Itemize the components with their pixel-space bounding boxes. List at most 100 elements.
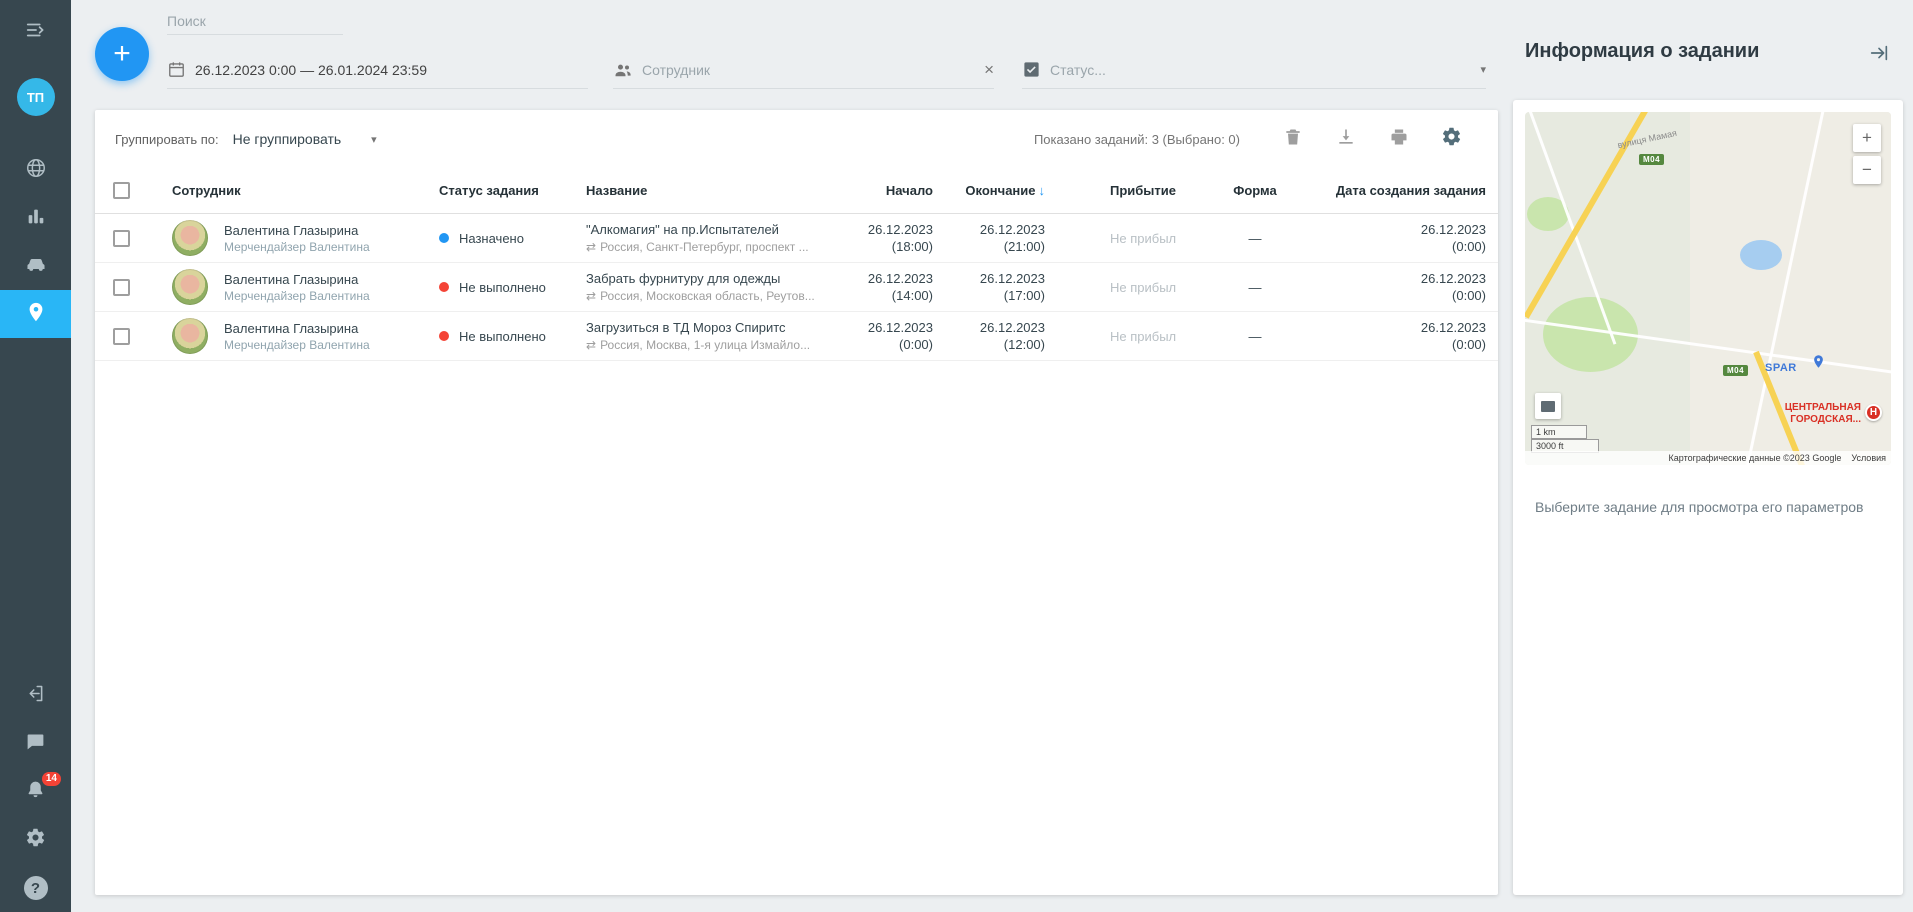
task-info-panel: вулиця Мамая М04 М04 SPAR ЦЕНТРАЛЬНАЯ ГО… [1513,100,1903,895]
calendar-icon [167,60,186,79]
task-created: 26.12.2023(0:00) [1305,222,1498,254]
employee-filter-input[interactable] [642,62,975,78]
select-all-checkbox[interactable] [113,182,130,199]
user-initials: ТП [27,90,44,105]
group-by-select[interactable]: Не группировать ▾ [233,131,377,147]
map-attribution-text: Картографические данные ©2023 Google [1669,453,1842,463]
download-icon [1336,127,1356,152]
map[interactable]: вулиця Мамая М04 М04 SPAR ЦЕНТРАЛЬНАЯ ГО… [1525,112,1891,465]
task-address: Россия, Санкт-Петербург, проспект ... [600,240,809,254]
task-arrival: Не прибыл [1055,280,1205,295]
sidebar-item-notifications[interactable]: 14 [0,768,71,816]
task-arrival: Не прибыл [1055,329,1205,344]
status-filter-field: ▾ [1022,56,1486,89]
map-store-label: SPAR [1765,362,1797,374]
add-task-button[interactable]: + [95,27,149,81]
sidebar-item-tasks[interactable] [0,290,71,338]
chevron-down-icon[interactable]: ▾ [1480,63,1486,76]
map-hospital-label: ЦЕНТРАЛЬНАЯ ГОРОДСКАЯ... [1761,402,1861,426]
chevron-down-icon: ▾ [371,133,377,146]
map-zoom-out-button[interactable]: − [1853,156,1881,184]
group-by-label: Группировать по: [115,132,219,147]
plus-icon: + [113,37,131,71]
collapse-panel-button[interactable] [1868,42,1890,69]
map-scale-km: 1 km [1531,425,1587,439]
task-created: 26.12.2023(0:00) [1305,320,1498,352]
sidebar-item-vehicles[interactable] [0,242,71,290]
table-row[interactable]: Валентина Глазырина Мерчендайзер Валенти… [95,214,1498,263]
task-end: 26.12.2023(12:00) [943,320,1055,352]
notification-badge: 14 [42,772,61,786]
tasks-summary: Показано заданий: 3 (Выбрано: 0) [1034,132,1240,147]
tasks-card: Группировать по: Не группировать ▾ Показ… [95,110,1498,895]
task-created: 26.12.2023(0:00) [1305,271,1498,303]
employee-role: Мерчендайзер Валентина [224,338,370,352]
chat-icon [25,731,46,757]
date-range-input[interactable] [195,62,588,78]
task-form: — [1205,280,1305,295]
employee-avatar [172,220,208,256]
car-icon [25,253,47,280]
task-start: 26.12.2023(14:00) [855,271,943,303]
user-avatar[interactable]: ТП [17,78,55,116]
print-button[interactable] [1372,127,1425,152]
row-checkbox[interactable] [113,328,130,345]
route-icon: ⇄ [586,338,596,352]
task-title: Загрузиться в ТД Мороз Спиритс [586,320,849,335]
sidebar-item-chat[interactable] [0,720,71,768]
search-field-wrap [167,8,343,35]
map-route-badge: М04 [1723,365,1748,376]
column-arrival[interactable]: Прибытие [1055,183,1205,198]
status-filter-input[interactable] [1050,62,1471,78]
sidebar-toggle-button[interactable] [0,10,71,54]
group-by-value: Не группировать [233,131,342,147]
table-row[interactable]: Валентина Глазырина Мерчендайзер Валенти… [95,263,1498,312]
table-row[interactable]: Валентина Глазырина Мерчендайзер Валенти… [95,312,1498,361]
employee-name: Валентина Глазырина [224,223,370,238]
date-range-field [167,56,588,89]
table-settings-button[interactable] [1425,126,1478,152]
task-arrival: Не прибыл [1055,231,1205,246]
task-address: Россия, Москва, 1-я улица Измайло... [600,338,810,352]
map-attribution: Картографические данные ©2023 Google Усл… [1525,451,1891,465]
sidebar-item-settings[interactable] [0,816,71,864]
map-layers-button[interactable] [1535,393,1561,419]
task-end: 26.12.2023(21:00) [943,222,1055,254]
status-dot [439,282,449,292]
column-form[interactable]: Форма [1205,183,1305,198]
employee-name: Валентина Глазырина [224,272,370,287]
map-hospital-marker: H [1865,404,1882,421]
sidebar-item-web[interactable] [0,146,71,194]
column-status[interactable]: Статус задания [433,183,580,198]
employee-name: Валентина Глазырина [224,321,370,336]
column-created[interactable]: Дата создания задания [1305,183,1498,198]
employee-filter-field: × [613,56,994,89]
column-start[interactable]: Начало [855,183,943,198]
status-dot [439,233,449,243]
globe-icon [25,157,47,184]
sidebar-item-help[interactable]: ? [0,864,71,912]
gear-icon [25,827,46,853]
delete-button[interactable] [1266,127,1319,152]
map-terms-link[interactable]: Условия [1851,453,1886,463]
task-title: "Алкомагия" на пр.Испытателей [586,222,849,237]
row-checkbox[interactable] [113,279,130,296]
help-icon: ? [24,876,48,900]
search-input[interactable] [167,8,343,35]
column-employee[interactable]: Сотрудник [147,183,433,198]
download-button[interactable] [1319,127,1372,152]
employee-avatar [172,318,208,354]
map-zoom-in-button[interactable]: + [1853,124,1881,152]
sidebar-item-reports[interactable] [0,194,71,242]
clear-employee-icon[interactable]: × [984,61,994,78]
map-pond [1740,240,1782,270]
sidebar-item-logout[interactable] [0,672,71,720]
status-label: Не выполнено [459,280,546,295]
map-street-label: вулиця Мамая [1617,128,1678,150]
task-title: Забрать фурнитуру для одежды [586,271,849,286]
row-checkbox[interactable] [113,230,130,247]
sort-desc-icon: ↓ [1039,183,1046,198]
toolbar-right: Показано заданий: 3 (Выбрано: 0) [1034,126,1478,152]
column-title[interactable]: Название [580,183,855,198]
column-end[interactable]: Окончание↓ [943,183,1055,198]
